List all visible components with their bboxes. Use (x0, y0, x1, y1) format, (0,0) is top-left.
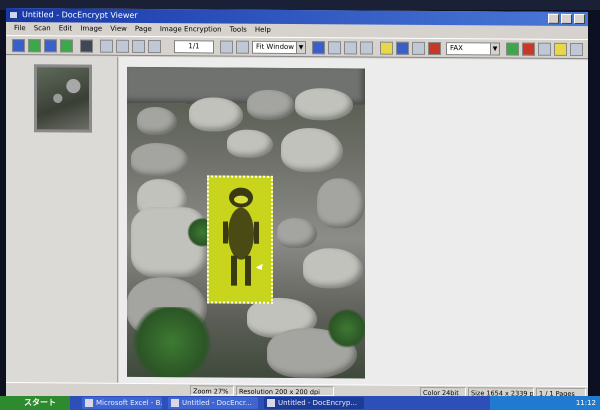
taskbar-item-docencrypt-2[interactable]: Untitled - DocEncryp... (264, 397, 364, 409)
actual-size-icon[interactable] (360, 41, 373, 55)
chevron-down-icon: ▼ (490, 43, 499, 55)
menu-image-encryption[interactable]: Image Encryption (160, 23, 222, 35)
save-icon[interactable] (28, 39, 41, 53)
task-label: Untitled - DocEncryp... (278, 399, 358, 407)
menu-edit[interactable]: Edit (59, 22, 73, 34)
fit-height-icon[interactable] (344, 41, 357, 55)
rock (247, 89, 295, 121)
zoom-in-icon[interactable] (236, 40, 249, 54)
rock (137, 106, 177, 136)
docencrypt-icon (267, 399, 275, 407)
close-button[interactable] (574, 13, 585, 25)
page-thumbnail[interactable] (34, 64, 92, 133)
last-page-icon[interactable] (148, 39, 161, 54)
encrypt-region-icon[interactable] (396, 41, 409, 55)
fit-width-icon[interactable] (328, 41, 341, 55)
open-icon[interactable] (12, 39, 25, 53)
task-label: Microsoft Excel - B... (96, 399, 162, 407)
output-select-value: FAX (450, 44, 463, 53)
document-viewer[interactable] (119, 56, 588, 387)
help-icon[interactable] (570, 42, 583, 57)
maximize-button[interactable] (561, 13, 572, 24)
prev-page-icon[interactable] (116, 39, 129, 53)
thumbnail-image (37, 67, 89, 130)
highlight-icon[interactable] (380, 41, 393, 55)
scanned-image (127, 66, 365, 379)
grass (127, 306, 217, 378)
status-resolution: Resolution 200 x 200 dpi (236, 385, 334, 397)
system-tray: 11:12 (490, 396, 600, 410)
status-zoom: Zoom 27% (190, 385, 234, 396)
start-button[interactable]: スタート (0, 396, 70, 410)
raccoon-figure (223, 187, 259, 286)
taskbar: スタート Microsoft Excel - B... Untitled - D… (0, 396, 600, 410)
rock (303, 248, 363, 289)
menu-view[interactable]: View (110, 23, 127, 35)
rock (227, 129, 273, 158)
excel-icon (85, 399, 93, 407)
clock[interactable]: 11:12 (576, 399, 596, 407)
rock (295, 88, 353, 121)
menu-image[interactable]: Image (80, 23, 102, 35)
zoom-out-icon[interactable] (220, 40, 233, 54)
menu-help[interactable]: Help (255, 24, 271, 36)
chevron-down-icon: ▼ (296, 42, 305, 54)
start-label: スタート (24, 398, 56, 407)
menu-scan[interactable]: Scan (34, 22, 51, 34)
stamp-icon[interactable] (428, 41, 441, 56)
next-page-icon[interactable] (132, 39, 145, 53)
docencrypt-icon (171, 399, 179, 407)
rock (281, 127, 343, 173)
thumbnail-pane (6, 56, 118, 383)
menu-page[interactable]: Page (135, 23, 152, 35)
rock (131, 142, 189, 178)
output-select[interactable]: FAX ▼ (446, 42, 500, 56)
rock (317, 178, 365, 229)
encryption-selection[interactable] (207, 175, 273, 304)
menu-tools[interactable]: Tools (230, 24, 247, 36)
taskbar-item-excel[interactable]: Microsoft Excel - B... (82, 397, 162, 409)
rock (277, 217, 317, 249)
send-icon[interactable] (506, 42, 519, 56)
delete-icon[interactable] (522, 42, 535, 56)
zoom-mode-select[interactable]: Fit Window ▼ (252, 40, 306, 55)
window-title: Untitled - DocEncrypt Viewer (22, 10, 138, 20)
print-icon[interactable] (60, 39, 73, 53)
grass (327, 308, 365, 349)
menu-file[interactable]: File (14, 22, 26, 34)
app-window: Untitled - DocEncrypt Viewer File Scan E… (6, 8, 588, 401)
app-icon (9, 11, 18, 20)
rotate-icon[interactable] (412, 41, 425, 55)
minimize-button[interactable] (548, 13, 559, 24)
taskbar-item-docencrypt-1[interactable]: Untitled - DocEncr... (168, 397, 258, 409)
rock (189, 97, 243, 132)
fit-page-icon[interactable] (312, 41, 325, 55)
zoom-mode-value: Fit Window (256, 42, 295, 52)
toolbar: 1/1 Fit Window ▼ FAX ▼ (6, 35, 588, 60)
properties-icon[interactable] (538, 42, 551, 56)
page-indicator: 1/1 (174, 40, 214, 54)
scan-icon[interactable] (44, 39, 57, 53)
folder-icon[interactable] (554, 42, 567, 56)
first-page-icon[interactable] (100, 39, 113, 53)
scanner-icon[interactable] (80, 39, 93, 53)
task-label: Untitled - DocEncr... (182, 399, 252, 407)
